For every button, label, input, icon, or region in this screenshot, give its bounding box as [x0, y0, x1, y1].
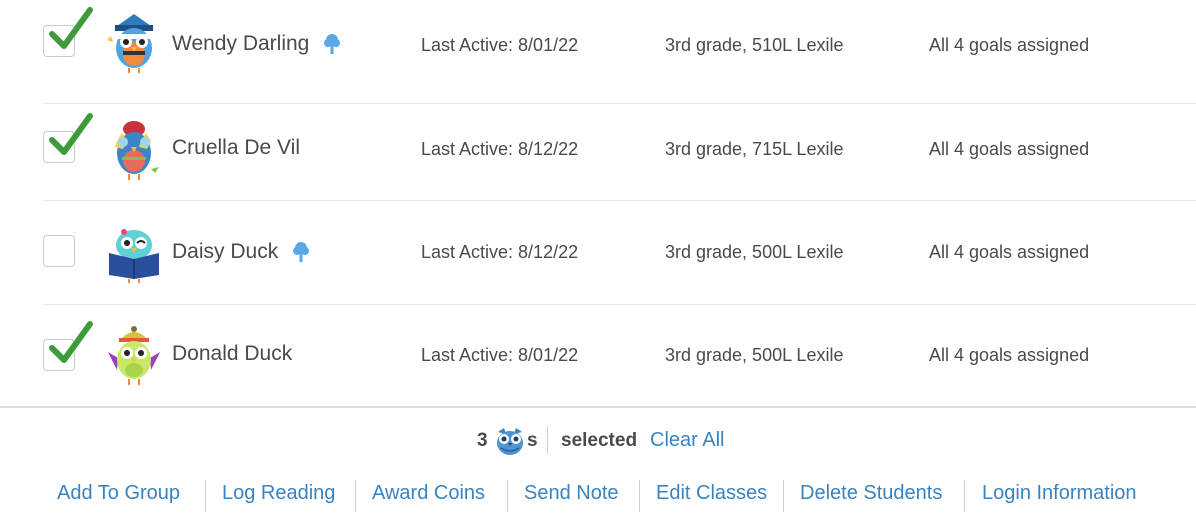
divider	[205, 480, 206, 512]
checkmark-icon	[49, 321, 93, 363]
divider	[783, 480, 784, 512]
delete-students-link[interactable]: Delete Students	[800, 482, 942, 505]
tree-icon	[293, 242, 310, 262]
divider	[964, 480, 965, 512]
award-coins-link[interactable]: Award Coins	[372, 482, 485, 505]
clear-all-link[interactable]: Clear All	[650, 429, 724, 452]
checkmark-icon	[49, 7, 93, 49]
goals-status: All 4 goals assigned	[929, 35, 1090, 55]
send-note-link[interactable]: Send Note	[524, 482, 619, 505]
log-reading-link[interactable]: Log Reading	[222, 482, 335, 505]
student-row[interactable]: Wendy Darling Last Active: 8/01/22 3rd g…	[43, 0, 1196, 104]
owl-reader-avatar	[109, 229, 159, 283]
row-checkbox[interactable]	[43, 113, 93, 163]
tree-icon	[324, 34, 341, 54]
grade-lexile: 3rd grade, 500L Lexile	[665, 345, 844, 365]
grade-lexile: 3rd grade, 510L Lexile	[665, 35, 844, 55]
student-name[interactable]: Cruella De Vil	[172, 136, 300, 160]
row-checkbox[interactable]	[43, 7, 93, 57]
student-row[interactable]: Donald Duck Last Active: 8/01/22 3rd gra…	[43, 304, 1196, 407]
student-row[interactable]: Daisy Duck Last Active: 8/12/22 3rd grad…	[43, 201, 1196, 305]
student-row[interactable]: Cruella De Vil Last Active: 8/12/22 3rd …	[43, 97, 1196, 201]
student-name[interactable]: Wendy Darling	[172, 32, 341, 56]
last-active: Last Active: 8/12/22	[421, 139, 579, 159]
divider	[507, 480, 508, 512]
last-active: Last Active: 8/01/22	[421, 35, 579, 55]
divider	[547, 426, 548, 454]
goals-status: All 4 goals assigned	[929, 242, 1090, 262]
owl-beanie-avatar	[108, 326, 160, 385]
row-checkbox[interactable]	[43, 235, 75, 267]
add-to-group-link[interactable]: Add To Group	[57, 482, 180, 505]
edit-classes-link[interactable]: Edit Classes	[656, 482, 767, 505]
student-name[interactable]: Donald Duck	[172, 342, 292, 366]
goals-status: All 4 goals assigned	[929, 345, 1090, 365]
owl-wizard-avatar	[107, 14, 153, 73]
bulk-action-bar: 3 s selected Clear All Add To Group Log …	[0, 406, 1196, 514]
owl-icon	[497, 428, 523, 455]
row-checkbox[interactable]	[43, 321, 93, 371]
owl-party-avatar	[115, 121, 159, 180]
goals-status: All 4 goals assigned	[929, 139, 1090, 159]
action-links: Add To Group Log Reading Award Coins Sen…	[0, 480, 1196, 514]
selected-label: selected	[561, 430, 638, 451]
last-active: Last Active: 8/12/22	[421, 242, 579, 262]
selected-count: 3	[477, 430, 488, 451]
login-information-link[interactable]: Login Information	[982, 482, 1137, 505]
grade-lexile: 3rd grade, 500L Lexile	[665, 242, 844, 262]
selected-count-suffix: s	[527, 430, 538, 451]
student-name[interactable]: Daisy Duck	[172, 240, 310, 264]
divider	[355, 480, 356, 512]
divider	[639, 480, 640, 512]
selection-summary: 3 s selected Clear All	[0, 426, 1196, 456]
grade-lexile: 3rd grade, 715L Lexile	[665, 139, 844, 159]
checkmark-icon	[49, 113, 93, 155]
last-active: Last Active: 8/01/22	[421, 345, 579, 365]
